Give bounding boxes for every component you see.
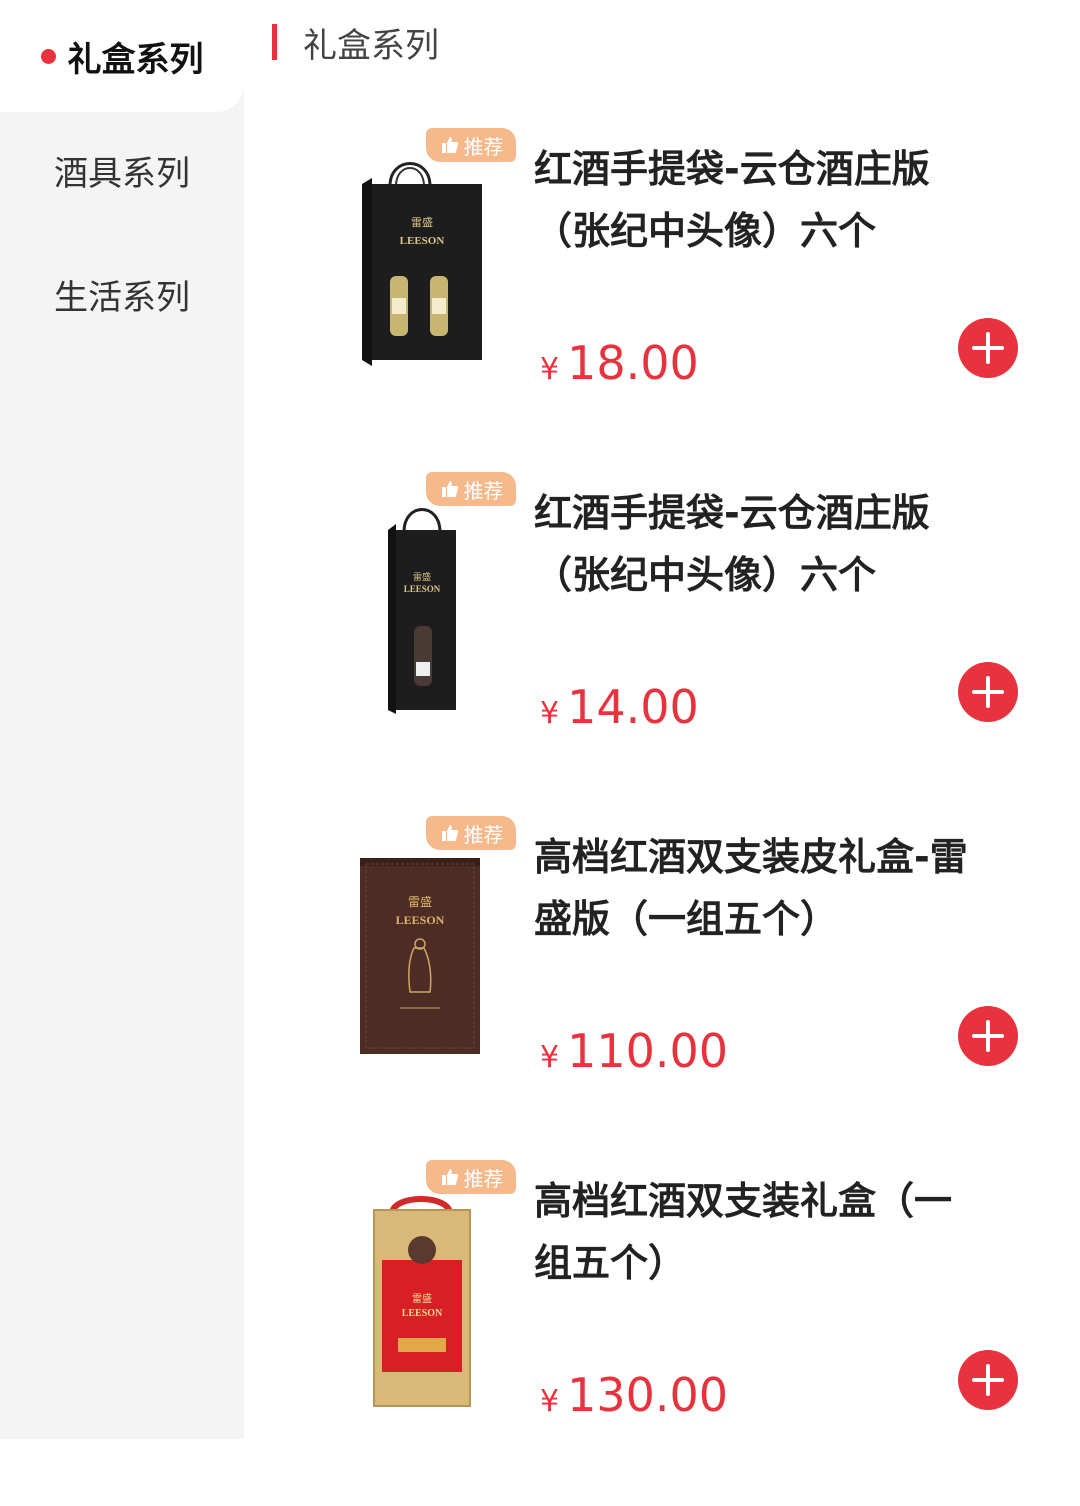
badge-label: 推荐 [463,478,504,503]
svg-text:LEESON: LEESON [396,913,445,927]
svg-text:雷盛: 雷盛 [408,894,432,909]
recommend-badge: 推荐 [426,1160,516,1194]
currency-symbol: ¥ [540,696,560,731]
add-to-cart-button[interactable] [958,318,1018,378]
badge-label: 推荐 [463,134,504,159]
sidebar-item-label: 礼盒系列 [67,39,204,80]
price-amount: 18.00 [567,336,699,390]
product-image-red-gift-box[interactable]: 雷盛 LEESON [332,1180,512,1410]
product-title[interactable]: 红酒手提袋-云仓酒庄版 （张纪中头像）六个 [534,482,1034,606]
badge-label: 推荐 [463,822,504,847]
product-card[interactable]: 雷盛 LEESON 推荐 高档红酒双支装礼盒（一 组五个） ¥ 130.00 [244,1160,1080,1506]
sidebar-item-life[interactable]: 生活系列 [0,238,244,350]
add-to-cart-button[interactable] [958,1006,1018,1066]
product-price: ¥ 110.00 [540,1024,728,1078]
sidebar-item-label: 生活系列 [54,277,190,318]
product-image-single-bottle-bag[interactable]: 雷盛 LEESON [332,492,512,722]
thumbs-up-icon [441,137,458,153]
badge-label: 推荐 [463,1166,504,1191]
add-to-cart-button[interactable] [958,662,1018,722]
product-card[interactable]: 雷盛 LEESON 推荐 高档红酒双支装皮礼盒-雷 盛版（一组五个） ¥ 110… [244,816,1080,1162]
product-title[interactable]: 高档红酒双支装礼盒（一 组五个） [534,1170,1034,1294]
price-amount: 130.00 [567,1368,729,1422]
product-card[interactable]: 雷盛 LEESON 推荐 红酒手提袋-云仓酒庄版 （张纪中头像）六个 ¥ 18.… [244,128,1080,474]
sidebar-item-wine-tools[interactable]: 酒具系列 [0,114,244,226]
svg-text:雷盛: 雷盛 [411,215,433,229]
thumbs-up-icon [441,1169,458,1185]
recommend-badge: 推荐 [426,128,516,162]
price-amount: 14.00 [567,680,699,734]
section-header: 礼盒系列 [272,22,439,66]
svg-text:LEESON: LEESON [400,235,445,247]
product-price: ¥ 130.00 [540,1368,728,1422]
section-accent-bar [272,24,277,60]
section-title: 礼盒系列 [303,25,439,66]
sidebar-item-gift-box[interactable]: 礼盒系列 [0,0,244,112]
add-to-cart-button[interactable] [958,1350,1018,1410]
product-price: ¥ 14.00 [540,680,699,734]
currency-symbol: ¥ [540,352,560,387]
svg-text:LEESON: LEESON [404,584,441,594]
recommend-badge: 推荐 [426,472,516,506]
product-card[interactable]: 雷盛 LEESON 推荐 红酒手提袋-云仓酒庄版 （张纪中头像）六个 ¥ 14.… [244,472,1080,818]
price-amount: 110.00 [567,1024,729,1078]
product-image-leather-gift-box[interactable]: 雷盛 LEESON [332,836,512,1066]
svg-text:雷盛: 雷盛 [412,1292,432,1305]
currency-symbol: ¥ [540,1384,560,1419]
product-price: ¥ 18.00 [540,336,699,390]
sidebar-item-label: 酒具系列 [54,153,190,194]
product-title[interactable]: 红酒手提袋-云仓酒庄版 （张纪中头像）六个 [534,138,1034,262]
product-title[interactable]: 高档红酒双支装皮礼盒-雷 盛版（一组五个） [534,826,1034,950]
currency-symbol: ¥ [540,1040,560,1075]
thumbs-up-icon [441,825,458,841]
svg-text:雷盛: 雷盛 [413,571,431,582]
svg-text:LEESON: LEESON [402,1308,443,1319]
category-sidebar: 礼盒系列 酒具系列 生活系列 [0,0,244,1439]
thumbs-up-icon [441,481,458,497]
recommend-badge: 推荐 [426,816,516,850]
product-image-two-bottle-bag[interactable]: 雷盛 LEESON [332,148,512,378]
